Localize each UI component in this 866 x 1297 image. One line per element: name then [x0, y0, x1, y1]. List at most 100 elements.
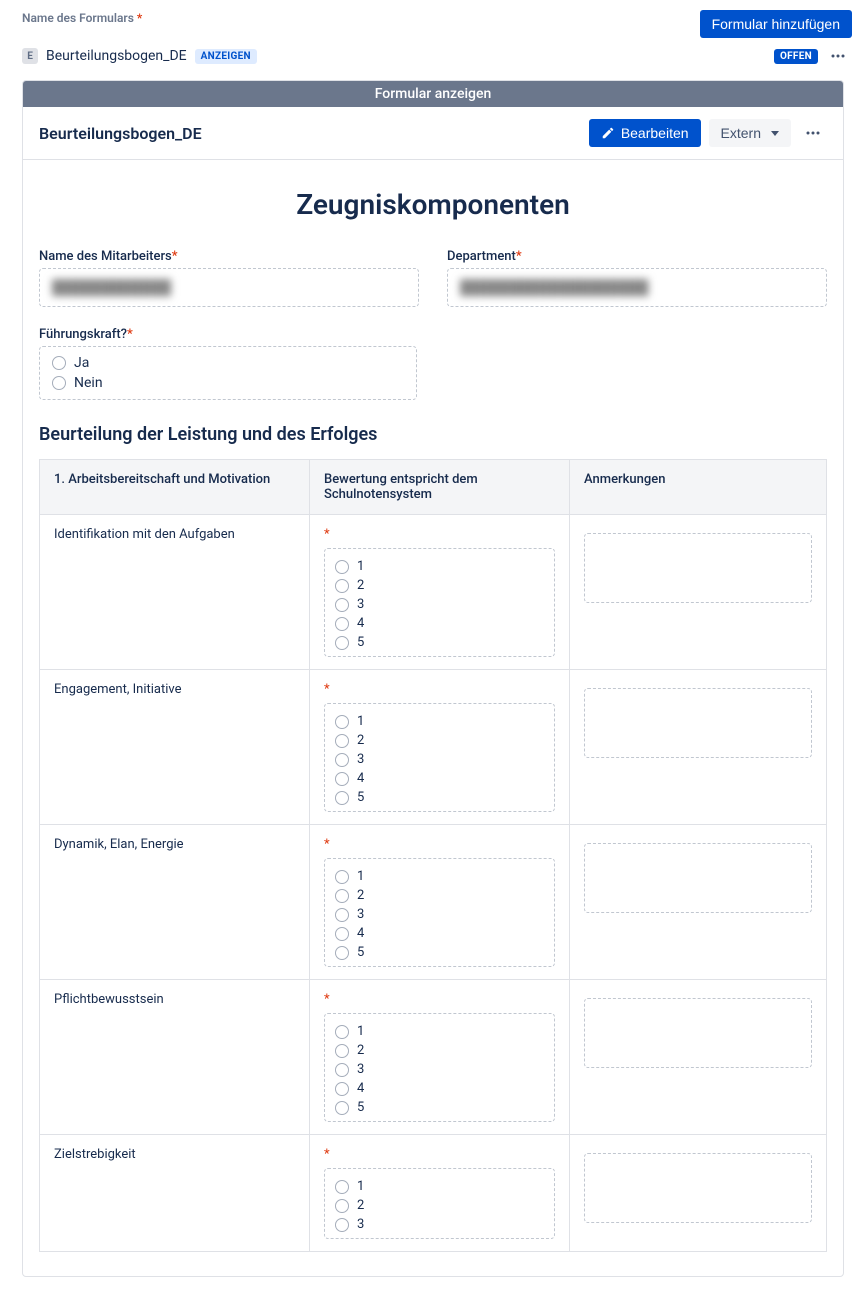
rating-option[interactable]: 2	[335, 886, 544, 905]
rating-radio-group: 1 2 3 4 5	[324, 1013, 555, 1122]
comment-field[interactable]	[584, 998, 812, 1068]
panel-banner: Formular anzeigen	[23, 81, 843, 107]
table-row: Engagement, Initiative * 12 3 4 5	[40, 670, 827, 825]
radio-label: 5	[357, 945, 364, 960]
radio-icon	[335, 889, 349, 903]
rating-option[interactable]: 3	[335, 750, 544, 769]
rating-radio-group: 12 3 4 5	[324, 703, 555, 812]
panel-more-button[interactable]	[799, 119, 827, 147]
comment-field[interactable]	[584, 533, 812, 603]
table-row: Pflichtbewusstsein*12345	[40, 980, 827, 1135]
radio-icon	[335, 598, 349, 612]
rating-option[interactable]: 3	[335, 1060, 544, 1079]
form-row-more-button[interactable]	[824, 42, 852, 70]
radio-icon	[335, 1063, 349, 1077]
rating-option[interactable]: 5	[335, 1098, 544, 1117]
rating-cell: *12345	[310, 825, 570, 980]
fuehrungskraft-label: Führungskraft?*	[39, 327, 417, 342]
radio-icon	[52, 356, 66, 370]
rating-option[interactable]: 4	[335, 769, 544, 788]
pencil-icon	[601, 126, 615, 140]
radio-icon	[335, 715, 349, 729]
radio-icon	[335, 560, 349, 574]
table-row: Identifikation mit den Aufgaben*12345	[40, 515, 827, 670]
rating-option[interactable]: 1	[335, 867, 544, 886]
rating-option[interactable]: 2	[335, 1041, 544, 1060]
rating-option[interactable]: 2	[335, 731, 544, 750]
comment-cell	[570, 1135, 827, 1252]
department-label: Department*	[447, 249, 827, 264]
evaluation-table: 1. Arbeitsbereitschaft und Motivation Be…	[39, 459, 827, 1252]
rating-option[interactable]: 1	[335, 557, 544, 576]
rating-option[interactable]: 3	[335, 595, 544, 614]
edit-button[interactable]: Bearbeiten	[589, 119, 701, 147]
criterion-cell: Identifikation mit den Aufgaben	[40, 515, 310, 670]
required-asterisk: *	[324, 1147, 555, 1162]
criterion-cell: Engagement, Initiative	[40, 670, 310, 825]
table-header-rating: Bewertung entspricht dem Schulnotensyste…	[310, 460, 570, 515]
section-heading-performance: Beurteilung der Leistung und des Erfolge…	[39, 424, 827, 445]
department-field[interactable]: ███████████████████	[447, 268, 827, 307]
rating-option[interactable]: 3	[335, 905, 544, 924]
add-form-button[interactable]: Formular hinzufügen	[700, 10, 852, 38]
radio-icon	[335, 1044, 349, 1058]
comment-cell	[570, 980, 827, 1135]
more-icon	[805, 125, 821, 141]
radio-label: 2	[357, 1198, 364, 1213]
radio-label: 3	[357, 752, 364, 767]
rating-cell: * 1 2 3	[310, 1135, 570, 1252]
rating-option[interactable]: 1	[335, 1022, 544, 1041]
table-row: Zielstrebigkeit * 1 2 3	[40, 1135, 827, 1252]
comment-field[interactable]	[584, 843, 812, 913]
extern-dropdown[interactable]: Extern	[709, 119, 791, 147]
radio-label: 5	[357, 790, 364, 805]
comment-field[interactable]	[584, 1153, 812, 1223]
rating-option[interactable]: 4	[335, 924, 544, 943]
radio-label: 4	[357, 616, 364, 631]
panel-title: Beurteilungsbogen_DE	[39, 124, 202, 143]
radio-icon	[335, 579, 349, 593]
radio-label: 2	[357, 888, 364, 903]
rating-option[interactable]: 2	[335, 576, 544, 595]
rating-option[interactable]: 4	[335, 614, 544, 633]
radio-label: 4	[357, 1081, 364, 1096]
radio-label: 4	[357, 771, 364, 786]
more-icon	[830, 48, 846, 64]
criterion-cell: Zielstrebigkeit	[40, 1135, 310, 1252]
employee-name-field[interactable]: ████████████	[39, 268, 419, 307]
radio-label: 1	[357, 1179, 364, 1194]
comment-field[interactable]	[584, 688, 812, 758]
radio-icon	[335, 1025, 349, 1039]
radio-label: 5	[357, 1100, 364, 1115]
radio-icon	[335, 636, 349, 650]
criterion-cell: Pflichtbewusstsein	[40, 980, 310, 1135]
form-name-label: Name des Formulars *	[22, 11, 142, 25]
radio-label: 2	[357, 578, 364, 593]
rating-cell: * 12 3 4 5	[310, 670, 570, 825]
form-name-value[interactable]: Beurteilungsbogen_DE	[46, 48, 187, 64]
rating-option[interactable]: 2	[335, 1196, 544, 1215]
form-panel: Formular anzeigen Beurteilungsbogen_DE B…	[22, 80, 844, 1277]
rating-option[interactable]: 3	[335, 1215, 544, 1234]
radio-icon	[52, 376, 66, 390]
radio-icon	[335, 1101, 349, 1115]
rating-option[interactable]: 5	[335, 633, 544, 652]
criterion-cell: Dynamik, Elan, Energie	[40, 825, 310, 980]
radio-icon	[335, 1199, 349, 1213]
radio-icon	[335, 1180, 349, 1194]
radio-label: 2	[357, 1043, 364, 1058]
rating-radio-group: 1 2 34 5	[324, 858, 555, 967]
rating-option[interactable]: 1	[335, 712, 544, 731]
rating-option[interactable]: 5	[335, 943, 544, 962]
rating-option[interactable]: 1	[335, 1177, 544, 1196]
radio-label: 1	[357, 1024, 364, 1039]
fuehrungskraft-option[interactable]: Nein	[52, 373, 404, 393]
radio-icon	[335, 1218, 349, 1232]
rating-option[interactable]: 5	[335, 788, 544, 807]
rating-cell: *12345	[310, 980, 570, 1135]
rating-option[interactable]: 4	[335, 1079, 544, 1098]
required-asterisk: *	[324, 682, 555, 697]
fuehrungskraft-option[interactable]: Ja	[52, 353, 404, 373]
radio-label: Ja	[74, 355, 89, 371]
external-form-icon: E	[22, 48, 38, 64]
